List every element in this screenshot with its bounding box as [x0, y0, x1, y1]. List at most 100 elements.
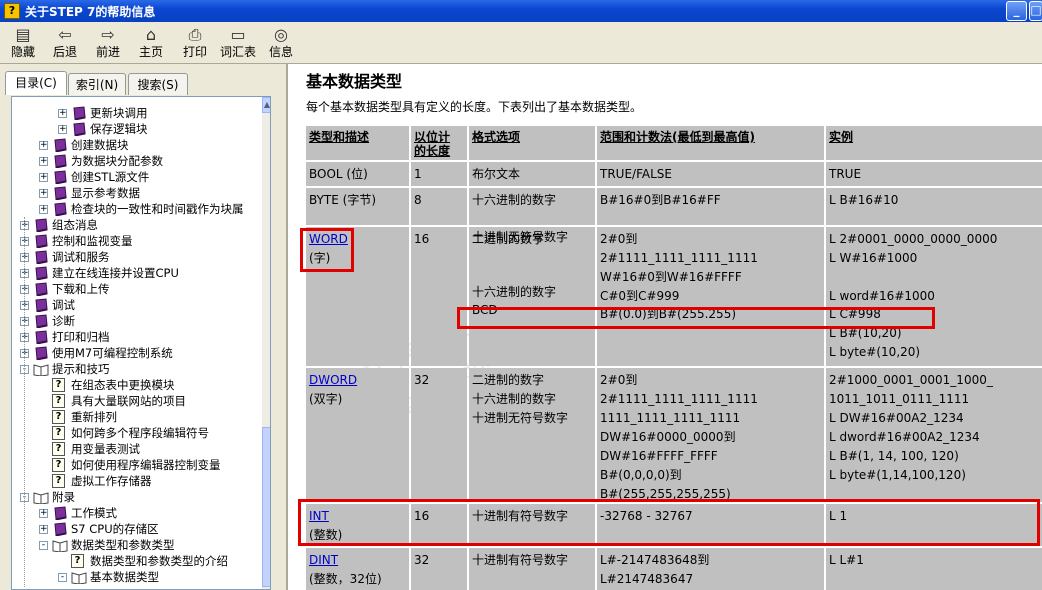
tree-topic[interactable]: ? 在组态表中更换模块 — [12, 377, 260, 393]
help-page-icon: ? — [52, 426, 65, 440]
example-value: L 2#0001_0000_0000_0000 — [829, 232, 998, 246]
tree-topic[interactable]: ? 虚拟工作存储器 — [12, 473, 260, 489]
help-page-icon: ? — [52, 394, 65, 408]
tree-topic[interactable]: ? 具有大量联网站的项目 — [12, 393, 260, 409]
tree-book[interactable]: + 工作模式 — [12, 505, 260, 521]
tree-book[interactable]: - 提示和技巧 — [12, 361, 260, 377]
tree-item-label: 更新块调用 — [90, 106, 148, 120]
tree-scrollbar[interactable]: ▲ — [262, 97, 270, 589]
tree-book[interactable]: + 更新块调用 — [12, 105, 260, 121]
help-page-icon: ? — [52, 458, 65, 472]
highlight-bcd — [457, 307, 935, 329]
collapse-icon[interactable]: - — [58, 573, 67, 582]
tree-book[interactable]: - 附录 — [12, 489, 260, 505]
tree-book[interactable]: + 建立在线连接并设置CPU — [12, 265, 260, 281]
expand-icon[interactable]: + — [58, 109, 67, 118]
tree-book[interactable]: + 为数据块分配参数 — [12, 153, 260, 169]
open-book-icon — [33, 490, 49, 505]
contents-tree: + 更新块调用 + 保存逻辑块 + 创建数据块 + 为数据块分配参数 + 创建STL源文件 + 显示参… — [11, 96, 271, 590]
tree-topic[interactable]: ? 如何跨多个程序段编辑符号 — [12, 425, 260, 441]
expand-icon[interactable]: + — [39, 509, 48, 518]
type-link[interactable]: DWORD — [309, 371, 357, 389]
tree-book[interactable]: + 打印和归档 — [12, 329, 260, 345]
help-page-icon: ? — [52, 410, 65, 424]
tab-search[interactable]: 搜索(S) — [128, 73, 188, 95]
tree-book[interactable]: - 基本数据类型 — [12, 569, 260, 585]
expand-icon[interactable]: + — [39, 157, 48, 166]
table-type-cell: BYTE (字节) — [306, 188, 409, 225]
tree-book[interactable]: - 数据类型和参数类型 — [12, 537, 260, 553]
length-value: 32 — [414, 373, 430, 387]
example-value: 1011_1011_0111_1111 — [829, 392, 970, 406]
range-value: 2#1111_1111_1111_1111 — [600, 392, 758, 406]
tree-item-label: 建立在线连接并设置CPU — [52, 266, 179, 280]
tree-book[interactable]: + 诊断 — [12, 313, 260, 329]
expand-icon[interactable]: + — [39, 205, 48, 214]
tree-book[interactable]: + 显示参考数据 — [12, 185, 260, 201]
expand-icon[interactable]: + — [39, 525, 48, 534]
tree-book[interactable]: + S7 CPU的存储区 — [12, 521, 260, 537]
tree-topic[interactable]: ? 数据类型和参数类型的介绍 — [12, 553, 260, 569]
table-range-cell: B#16#0到B#16#FF — [597, 188, 824, 225]
tree-topic[interactable]: ? 用变量表测试 — [12, 441, 260, 457]
tree-book[interactable]: + 检查块的一致性和时间戳作为块属 — [12, 201, 260, 217]
book-icon — [33, 234, 49, 249]
back-button[interactable]: ⇦ 后退 — [50, 25, 80, 63]
help-page-icon: ? — [71, 554, 84, 568]
table-length-cell: 8 — [411, 188, 467, 225]
tree-item-label: 下载和上传 — [52, 282, 110, 296]
tree-topic[interactable]: ? 如何使用程序编辑器控制变量 — [12, 457, 260, 473]
hide-button[interactable]: ▤ 隐藏 — [8, 25, 38, 63]
tree-item-label: 使用M7可编程控制系统 — [52, 346, 173, 360]
type-link[interactable]: DINT — [309, 551, 338, 569]
scroll-thumb[interactable] — [262, 427, 270, 587]
tree-book[interactable]: + 创建STL源文件 — [12, 169, 260, 185]
tree-book[interactable]: + 创建数据块 — [12, 137, 260, 153]
tab-index[interactable]: 索引(N) — [68, 73, 126, 95]
highlight-int — [298, 499, 1040, 546]
navigation-pane: 目录(C) 索引(N) 搜索(S) + 更新块调用 + 保存逻辑块 + 创建数据块 + 为数据… — [0, 64, 288, 590]
tree-book[interactable]: + 调试 — [12, 297, 260, 313]
table-header-text: 实例 — [829, 130, 854, 144]
tree-item-label: 控制和监视变量 — [52, 234, 133, 248]
tree-book[interactable]: + 使用M7可编程控制系统 — [12, 345, 260, 361]
table-length-cell: 16 — [411, 227, 467, 366]
table-range-cell: TRUE/FALSE — [597, 162, 824, 186]
tree-book[interactable]: + 下载和上传 — [12, 281, 260, 297]
tree-item-label: 数据类型和参数类型 — [71, 538, 175, 552]
printer-icon: ⎙ — [188, 25, 202, 44]
format-option: 十六进制的数字 — [472, 285, 557, 299]
example-value: L dword#16#00A2_1234 — [829, 430, 980, 444]
expand-icon[interactable]: + — [39, 141, 48, 150]
toolbar: ▤ 隐藏 ⇦ 后退 ⇨ 前进 ⌂ 主页 ⎙ 打印 ▭ 词汇表 ◎ 信息 — [0, 22, 1042, 64]
example-value: TRUE — [829, 167, 862, 181]
expand-icon[interactable]: + — [39, 173, 48, 182]
minimize-button[interactable]: _ — [1006, 1, 1027, 21]
table-format-cell: 十进制有符号数字 — [469, 548, 595, 590]
tab-contents[interactable]: 目录(C) — [5, 71, 67, 95]
table-header-text: 格式选项 — [472, 130, 521, 144]
home-button[interactable]: ⌂ 主页 — [136, 25, 166, 63]
book-icon — [71, 106, 87, 121]
table-range-cell: L#-2147483648到 L#2147483647 — [597, 548, 824, 590]
tree-book[interactable]: + 调试和服务 — [12, 249, 260, 265]
forward-button[interactable]: ⇨ 前进 — [93, 25, 123, 63]
tree-item-label: 创建STL源文件 — [71, 170, 150, 184]
tree-book[interactable]: + 组态消息 — [12, 217, 260, 233]
example-value: L B#16#10 — [829, 193, 899, 207]
maximize-button[interactable]: □ — [1029, 1, 1042, 21]
length-value: 16 — [414, 232, 430, 246]
tree-topic[interactable]: ? 重新排列 — [12, 409, 260, 425]
collapse-icon[interactable]: - — [39, 541, 48, 550]
tree-book[interactable]: + 保存逻辑块 — [12, 121, 260, 137]
table-range-cell: 2#0到 2#1111_1111_1111_1111 W#16#0到W#16#FFF… — [597, 227, 824, 366]
print-button[interactable]: ⎙ 打印 — [180, 25, 210, 63]
scroll-up-icon[interactable]: ▲ — [262, 97, 270, 113]
info-button[interactable]: ◎ 信息 — [266, 25, 296, 63]
range-value: B#16#0到B#16#FF — [600, 193, 721, 207]
tree-book[interactable]: + 控制和监视变量 — [12, 233, 260, 249]
format-option: 十六进制的数字 — [472, 392, 557, 406]
glossary-button[interactable]: ▭ 词汇表 — [218, 25, 258, 63]
expand-icon[interactable]: + — [58, 125, 67, 134]
expand-icon[interactable]: + — [39, 189, 48, 198]
